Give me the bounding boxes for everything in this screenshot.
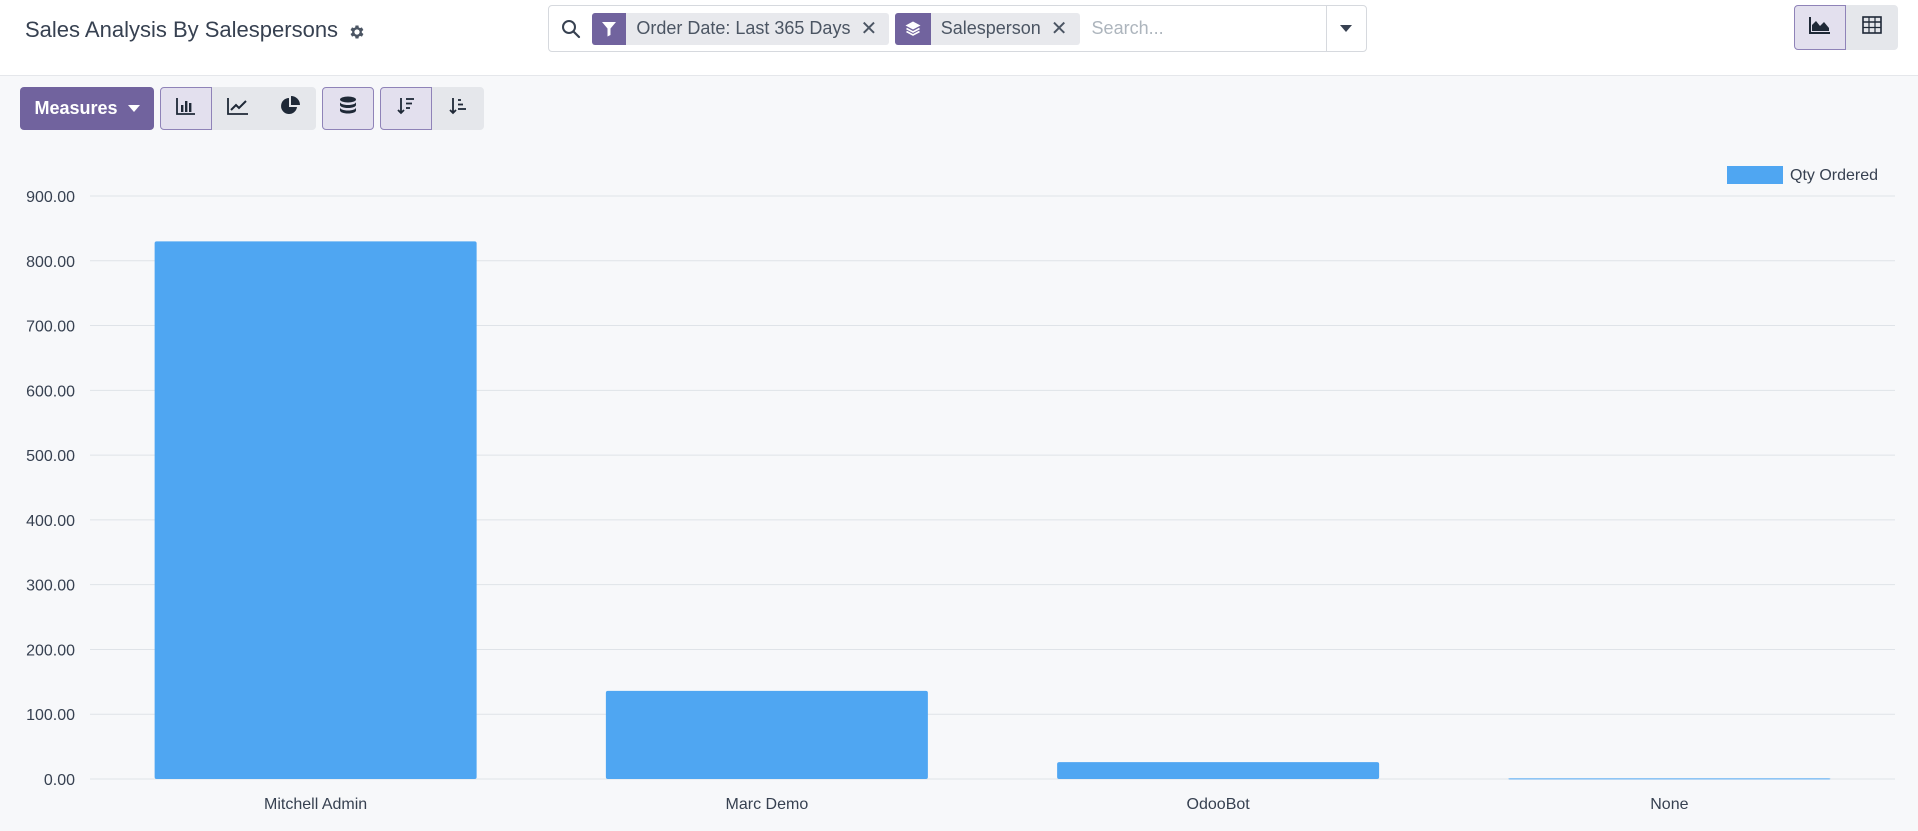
y-tick-label: 800.00 bbox=[26, 254, 75, 271]
y-tick-label: 900.00 bbox=[26, 189, 75, 206]
graph-toolbar: Measures bbox=[20, 87, 490, 130]
measures-label: Measures bbox=[34, 98, 118, 118]
remove-groupby-facet-button[interactable]: ✕ bbox=[1051, 19, 1080, 39]
sort-ascending-icon bbox=[448, 96, 468, 121]
y-tick-label: 300.00 bbox=[26, 578, 75, 595]
filter-facet-label: Order Date: Last 365 Days bbox=[636, 18, 851, 38]
gear-icon[interactable] bbox=[348, 21, 366, 39]
bar-none[interactable] bbox=[1508, 778, 1831, 780]
search-bar[interactable]: Order Date: Last 365 Days ✕ Salesperson … bbox=[548, 5, 1367, 52]
stacked-toggle-button[interactable] bbox=[322, 87, 374, 130]
database-icon bbox=[339, 96, 357, 121]
y-tick-label: 600.00 bbox=[26, 383, 75, 400]
y-tick-label: 200.00 bbox=[26, 642, 75, 659]
sort-descending-icon bbox=[396, 96, 416, 121]
bar-chart-icon bbox=[176, 97, 196, 120]
y-tick-label: 100.00 bbox=[26, 707, 75, 724]
y-tick-label: 700.00 bbox=[26, 319, 75, 336]
line-chart-icon bbox=[227, 97, 249, 120]
page-title-wrap: Sales Analysis By Salespersons bbox=[25, 16, 366, 44]
bar-chart-button[interactable] bbox=[160, 87, 212, 130]
filter-facet: Order Date: Last 365 Days ✕ bbox=[592, 12, 890, 45]
y-tick-label: 500.00 bbox=[26, 448, 75, 465]
bar-marc-demo[interactable] bbox=[605, 690, 928, 779]
bar-mitchell-admin[interactable] bbox=[154, 241, 477, 779]
x-tick-label: Mitchell Admin bbox=[264, 796, 367, 813]
graph-view-button[interactable] bbox=[1794, 5, 1846, 50]
control-panel: Sales Analysis By Salespersons Order Dat… bbox=[0, 0, 1918, 76]
pivot-view-button[interactable] bbox=[1846, 5, 1898, 50]
groupby-facet-label: Salesperson bbox=[940, 18, 1041, 38]
line-chart-button[interactable] bbox=[212, 87, 264, 130]
area-chart-icon bbox=[1809, 16, 1831, 39]
groupby-facet: Salesperson ✕ bbox=[895, 12, 1080, 45]
measures-button[interactable]: Measures bbox=[20, 87, 154, 130]
stacked-group bbox=[322, 87, 374, 130]
sort-ascending-button[interactable] bbox=[432, 87, 484, 130]
sort-descending-button[interactable] bbox=[380, 87, 432, 130]
caret-down-icon bbox=[127, 105, 140, 112]
x-tick-label: Marc Demo bbox=[726, 796, 809, 813]
search-icon[interactable] bbox=[549, 6, 592, 51]
sort-group bbox=[380, 87, 484, 130]
y-tick-label: 400.00 bbox=[26, 513, 75, 530]
x-tick-label: OdooBot bbox=[1187, 796, 1251, 813]
search-options-toggle[interactable] bbox=[1325, 6, 1366, 51]
legend-label: Qty Ordered bbox=[1790, 167, 1878, 184]
remove-filter-facet-button[interactable]: ✕ bbox=[860, 19, 889, 39]
table-grid-icon bbox=[1862, 16, 1882, 39]
pie-chart-icon bbox=[280, 96, 300, 121]
y-tick-label: 0.00 bbox=[44, 772, 75, 789]
page-title: Sales Analysis By Salespersons bbox=[25, 17, 339, 42]
search-input[interactable] bbox=[1085, 7, 1326, 50]
pie-chart-button[interactable] bbox=[264, 87, 316, 130]
caret-down-icon bbox=[1340, 25, 1353, 32]
chart-type-group bbox=[160, 87, 316, 130]
layers-icon bbox=[895, 12, 931, 45]
filter-icon bbox=[592, 12, 627, 45]
bar-odoobot[interactable] bbox=[1057, 762, 1380, 779]
view-switcher bbox=[1794, 5, 1898, 50]
bar-chart: 0.00 100.00 200.00 300.00 400.00 500.00 600.00… bbox=[26, 166, 1895, 813]
x-tick-label: None bbox=[1650, 796, 1688, 813]
legend-swatch bbox=[1727, 166, 1783, 184]
